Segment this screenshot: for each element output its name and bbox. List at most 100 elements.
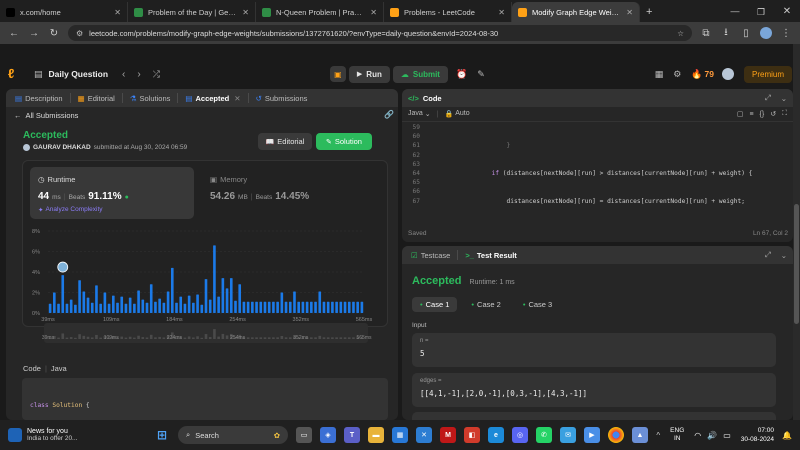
- reset-code-icon[interactable]: ↺: [770, 110, 776, 118]
- extensions-icon[interactable]: ⧉: [700, 28, 712, 39]
- memory-card[interactable]: ▣ Memory 54.26 MB | Beats 14.45%: [202, 167, 366, 219]
- chart-bar[interactable]: [339, 301, 343, 313]
- whatsapp-icon[interactable]: ✆: [536, 427, 552, 443]
- tab-testcase[interactable]: ☑ Testcase: [408, 251, 453, 260]
- teams-icon[interactable]: T: [344, 427, 360, 443]
- fullscreen-icon[interactable]: ⛶: [782, 110, 787, 118]
- chart-bar[interactable]: [116, 302, 119, 313]
- submitter-avatar[interactable]: [23, 144, 30, 151]
- runtime-card[interactable]: ◷ Runtime 44 ms | Beats 91.11% ● ✦ Analyze…: [30, 167, 194, 219]
- chart-bar[interactable]: [208, 299, 212, 313]
- chart-bar[interactable]: [99, 303, 102, 313]
- next-problem-icon[interactable]: ›: [137, 69, 140, 80]
- chart-bar[interactable]: [305, 301, 309, 313]
- language-indicator[interactable]: ENG IN: [670, 427, 684, 443]
- tab-accepted[interactable]: ▤ Accepted ✕: [182, 94, 243, 103]
- photos-icon[interactable]: ▲: [632, 427, 648, 443]
- chart-bar[interactable]: [179, 296, 183, 313]
- chart-bar[interactable]: [352, 301, 355, 313]
- chart-bar[interactable]: [149, 284, 153, 313]
- taskbar-search[interactable]: ⌕ Search ✿: [178, 426, 288, 444]
- premium-button[interactable]: Premium: [744, 65, 793, 83]
- discord-icon[interactable]: ◎: [512, 427, 528, 443]
- tab-editorial[interactable]: ▦ Editorial: [75, 94, 118, 103]
- tab-test-result[interactable]: >_ Test Result: [462, 251, 519, 260]
- prev-problem-icon[interactable]: ‹: [122, 69, 125, 80]
- chart-bar[interactable]: [141, 299, 145, 313]
- page-scrollbar[interactable]: [793, 44, 800, 420]
- browser-menu-icon[interactable]: ⋮: [780, 28, 792, 39]
- chart-range-navigator[interactable]: [44, 323, 368, 343]
- chart-bar[interactable]: [204, 279, 208, 313]
- battery-icon[interactable]: ▭: [723, 431, 731, 440]
- panel-menu-icon[interactable]: ⌄: [781, 251, 787, 260]
- wifi-icon[interactable]: ◠: [694, 431, 701, 440]
- url-bar[interactable]: ⚙ leetcode.com/problems/modify-graph-edg…: [68, 25, 692, 41]
- panel-menu-icon[interactable]: ⌄: [781, 94, 787, 103]
- chart-bar[interactable]: [225, 288, 229, 313]
- submitter-name[interactable]: GAURAV DHAKAD: [33, 144, 91, 151]
- reload-icon[interactable]: ↻: [48, 28, 60, 39]
- share-link-icon[interactable]: 🔗: [384, 110, 394, 119]
- layout-icon[interactable]: ▦: [655, 69, 664, 80]
- settings-gear-icon[interactable]: ⚙: [673, 69, 681, 80]
- input-var-n[interactable]: n = 5: [412, 333, 776, 367]
- chart-bar[interactable]: [326, 301, 330, 313]
- chart-bar[interactable]: [288, 301, 292, 313]
- close-tab-icon[interactable]: ✕: [498, 8, 505, 17]
- problem-list-icon[interactable]: ▤: [34, 69, 43, 80]
- submit-button[interactable]: ☁ Submit: [392, 65, 448, 83]
- chart-bar[interactable]: [90, 302, 94, 313]
- chart-bar[interactable]: [255, 301, 258, 313]
- chart-bar[interactable]: [284, 301, 288, 313]
- case-tab-3[interactable]: • Case 3: [515, 297, 560, 312]
- chart-bar[interactable]: [263, 301, 267, 313]
- chart-bar[interactable]: [196, 294, 199, 313]
- chart-bar[interactable]: [280, 292, 284, 314]
- chart-bar[interactable]: [69, 299, 73, 313]
- browser-tab[interactable]: Modify Graph Edge Weights - L ✕: [512, 2, 640, 22]
- chart-bar[interactable]: [276, 301, 279, 313]
- streak-counter[interactable]: 🔥 79: [691, 69, 714, 80]
- timer-icon[interactable]: ⏰: [456, 69, 467, 80]
- notification-bell-icon[interactable]: 🔔: [782, 431, 792, 440]
- chart-bar[interactable]: [158, 298, 161, 313]
- notes-icon[interactable]: ≡: [749, 111, 753, 118]
- chart-bar[interactable]: [103, 292, 107, 314]
- task-view-icon[interactable]: ▭: [296, 427, 312, 443]
- store-icon[interactable]: ▦: [392, 427, 408, 443]
- chat-icon[interactable]: ✉: [560, 427, 576, 443]
- chart-bar[interactable]: [272, 301, 275, 313]
- chart-bar[interactable]: [48, 303, 52, 313]
- chart-bar[interactable]: [120, 296, 124, 313]
- volume-icon[interactable]: 🔊: [707, 431, 717, 440]
- browser-tab[interactable]: x.com/home ✕: [0, 2, 128, 22]
- bookmark-star-icon[interactable]: ☆: [677, 29, 684, 38]
- chart-bar[interactable]: [53, 292, 56, 314]
- chart-bar[interactable]: [57, 303, 60, 313]
- chart-bar[interactable]: [314, 301, 317, 313]
- chart-bar[interactable]: [343, 301, 347, 313]
- daily-question-link[interactable]: Daily Question: [49, 69, 109, 79]
- maximize-panel-icon[interactable]: ⤢: [765, 250, 771, 260]
- chart-bar[interactable]: [137, 290, 140, 313]
- chart-bar[interactable]: [322, 301, 326, 313]
- chart-bar[interactable]: [170, 267, 174, 313]
- chart-bar[interactable]: [124, 303, 128, 313]
- chart-bar[interactable]: [238, 284, 242, 313]
- minimize-window-button[interactable]: —: [722, 2, 748, 22]
- tab-submissions[interactable]: ↺ Submissions: [253, 94, 311, 103]
- editor-code[interactable]: } if (distances[nextNode][run] > distanc…: [432, 123, 792, 215]
- chart-bar[interactable]: [133, 303, 136, 313]
- run-button[interactable]: ▶ Run: [348, 65, 390, 83]
- chart-bar[interactable]: [107, 303, 111, 313]
- chart-bar[interactable]: [200, 304, 204, 313]
- chart-bar[interactable]: [86, 297, 90, 313]
- case-tab-1[interactable]: • Case 1: [412, 297, 458, 312]
- leetcode-logo-icon[interactable]: ℓ: [8, 67, 20, 81]
- notes-icon[interactable]: ✎: [477, 69, 485, 80]
- chart-bar[interactable]: [347, 301, 351, 313]
- chrome-icon[interactable]: [608, 427, 624, 443]
- user-avatar[interactable]: [722, 68, 734, 80]
- chart-bar[interactable]: [242, 301, 246, 313]
